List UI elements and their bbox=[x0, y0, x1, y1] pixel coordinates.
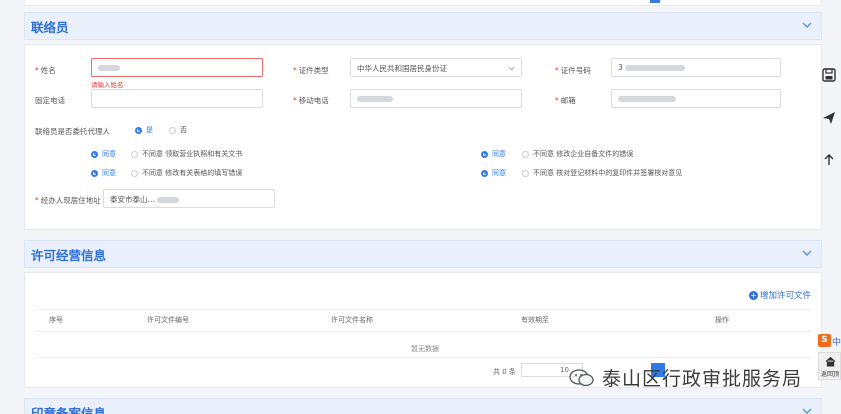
disagree-text: 不同意 修改有关表格的填写错误 bbox=[142, 169, 243, 177]
table-divider bbox=[35, 357, 811, 358]
agree-text: 同意 bbox=[492, 169, 506, 177]
disagree-text: 不同意 核对登记材料中的复印件并签署核对意见 bbox=[533, 169, 683, 177]
chevron-down-icon bbox=[508, 66, 515, 71]
wechat-icon bbox=[569, 368, 594, 386]
id-number-label: 证件号码 bbox=[555, 65, 591, 76]
send-icon[interactable] bbox=[821, 110, 837, 126]
agent-yes-text: 是 bbox=[146, 126, 153, 134]
disagree-text: 不同意 领取营业执照和有关文书 bbox=[142, 150, 243, 158]
email-label: 邮箱 bbox=[555, 95, 576, 106]
pager-total: 共 0 条 bbox=[493, 368, 516, 376]
section-title-seal: 印章备案信息 bbox=[31, 406, 107, 414]
column-header-license-name: 许可文件名称 bbox=[331, 316, 373, 324]
chevron-down-icon[interactable] bbox=[801, 247, 813, 259]
agree-pick-license-radio[interactable]: 同意 bbox=[91, 149, 116, 159]
column-header-license-number: 许可文件编号 bbox=[147, 316, 189, 324]
watermark-text: 泰山区行政审批服务局 bbox=[602, 368, 803, 390]
arrow-up-icon[interactable] bbox=[821, 152, 837, 168]
radio-dot bbox=[131, 169, 138, 177]
add-license-text: 增加许可文件 bbox=[759, 291, 811, 301]
radio-dot bbox=[131, 150, 138, 158]
section-title-license: 许可经营信息 bbox=[31, 248, 107, 263]
id-number-input[interactable]: 3 bbox=[611, 58, 781, 77]
pager-active-fragment bbox=[650, 0, 660, 3]
masked-value bbox=[618, 96, 676, 102]
wechat-watermark: 泰山区行政审批服务局 bbox=[568, 364, 802, 391]
column-header-actions: 操作 bbox=[715, 316, 729, 324]
back-to-top-button[interactable]: 返回顶 bbox=[818, 352, 841, 380]
ime-language-label[interactable]: 中 bbox=[832, 335, 841, 348]
id-number-prefix: 3 bbox=[618, 63, 623, 72]
name-error: 请输入姓名 bbox=[91, 81, 124, 89]
id-type-select[interactable]: 中华人民共和国居民身份证 bbox=[350, 58, 522, 77]
agree-modify-forms-radio[interactable]: 同意 bbox=[91, 168, 116, 178]
name-input[interactable] bbox=[91, 58, 263, 77]
agree-modify-docs-radio[interactable]: 同意 bbox=[481, 149, 506, 159]
home-icon bbox=[825, 356, 836, 367]
section-header-contact[interactable]: 联络员 bbox=[24, 12, 822, 40]
agree-text: 同意 bbox=[102, 150, 116, 158]
agent-no-radio[interactable]: 否 bbox=[169, 125, 187, 135]
agent-question-label: 联络员是否委托代理人 bbox=[35, 127, 110, 136]
masked-value bbox=[357, 96, 393, 102]
column-header-index: 序号 bbox=[49, 316, 63, 324]
section-title-contact: 联络员 bbox=[31, 20, 69, 35]
radio-dot bbox=[522, 150, 529, 158]
agent-address-label: 经办人现居住地址 bbox=[35, 195, 101, 206]
empty-table-text: 暂无数据 bbox=[411, 345, 439, 353]
email-input[interactable] bbox=[611, 89, 781, 108]
agent-address-input[interactable]: 泰安市泰山… bbox=[103, 189, 275, 208]
masked-value bbox=[625, 65, 686, 71]
section-header-seal[interactable]: 印章备案信息 bbox=[24, 398, 822, 414]
agent-address-value: 泰安市泰山… bbox=[110, 195, 155, 204]
contact-panel: 姓名 请输入姓名 证件类型 中华人民共和国居民身份证 证件号码 3 固定电话 移… bbox=[24, 44, 822, 230]
radio-dot bbox=[481, 150, 488, 158]
id-type-label: 证件类型 bbox=[293, 65, 329, 76]
chevron-down-icon[interactable] bbox=[801, 19, 813, 31]
disagree-check-copies-radio[interactable]: 不同意 核对登记材料中的复印件并签署核对意见 bbox=[522, 168, 682, 178]
disagree-modify-forms-radio[interactable]: 不同意 修改有关表格的填写错误 bbox=[131, 168, 242, 178]
plus-icon: + bbox=[748, 290, 758, 300]
masked-value bbox=[98, 65, 120, 71]
masked-value bbox=[157, 197, 180, 203]
landline-label: 固定电话 bbox=[35, 96, 65, 105]
radio-dot bbox=[169, 126, 176, 134]
sogou-ime-icon[interactable]: S bbox=[818, 334, 831, 347]
save-icon[interactable] bbox=[821, 67, 837, 83]
agree-check-copies-radio[interactable]: 同意 bbox=[481, 168, 506, 178]
radio-dot bbox=[522, 169, 529, 177]
chevron-down-icon[interactable] bbox=[801, 405, 813, 414]
table-divider bbox=[35, 309, 811, 310]
table-divider bbox=[35, 331, 811, 332]
radio-dot bbox=[91, 169, 98, 177]
column-header-valid-until: 有效期至 bbox=[521, 316, 549, 324]
agent-no-text: 否 bbox=[180, 126, 187, 134]
section-header-license[interactable]: 许可经营信息 bbox=[24, 240, 822, 268]
radio-dot bbox=[481, 169, 488, 177]
add-license-button[interactable]: + 增加许可文件 bbox=[748, 289, 811, 301]
radio-dot bbox=[135, 126, 142, 134]
disagree-text: 不同意 修改企业自备文件的错误 bbox=[533, 150, 634, 158]
mobile-label: 移动电话 bbox=[293, 95, 329, 106]
disagree-pick-license-radio[interactable]: 不同意 领取营业执照和有关文书 bbox=[131, 149, 242, 159]
agree-text: 同意 bbox=[102, 169, 116, 177]
radio-dot bbox=[91, 150, 98, 158]
previous-section-bottom bbox=[24, 0, 822, 6]
agent-yes-radio[interactable]: 是 bbox=[135, 125, 153, 135]
landline-input[interactable] bbox=[91, 89, 263, 108]
agree-text: 同意 bbox=[492, 150, 506, 158]
mobile-input[interactable] bbox=[350, 89, 522, 108]
back-to-top-label: 返回顶 bbox=[821, 371, 840, 378]
name-label: 姓名 bbox=[35, 65, 56, 76]
disagree-modify-docs-radio[interactable]: 不同意 修改企业自备文件的错误 bbox=[522, 149, 633, 159]
id-type-value: 中华人民共和国居民身份证 bbox=[357, 64, 447, 73]
